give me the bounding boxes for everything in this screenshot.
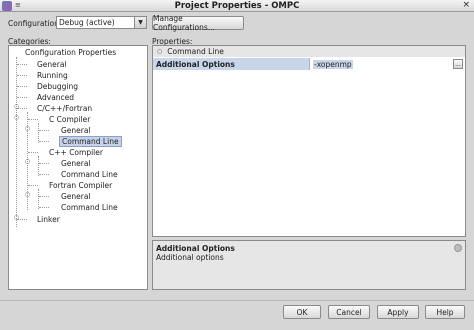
tree-connector	[28, 119, 38, 120]
tree-item-label: C/C++/Fortran	[37, 104, 93, 113]
tree-connector	[39, 141, 49, 142]
tree-item-configuration-properties[interactable]: Configuration Properties	[23, 47, 118, 58]
configuration-select[interactable]: Debug (active) ▼	[56, 16, 147, 29]
tree-item-label: Linker	[37, 215, 60, 224]
collapse-icon[interactable]: ○	[157, 48, 162, 55]
tree-connector	[39, 130, 49, 131]
tree-item-c-command-line[interactable]: Command Line	[59, 136, 122, 147]
tree-item-c-general[interactable]: General	[59, 125, 93, 136]
tree-item-label: Command Line	[61, 203, 118, 212]
property-name: Additional Options	[153, 58, 310, 70]
collapse-icon[interactable]: ○	[24, 158, 31, 165]
manage-configurations-button[interactable]: Manage Configurations...	[152, 14, 244, 32]
description-panel: Additional Options Additional options	[152, 240, 466, 290]
tree-item-cpp-command-line[interactable]: Command Line	[59, 169, 120, 180]
window-title: Project Properties - OMPC	[174, 1, 300, 11]
tree-item-c-compiler[interactable]: C Compiler	[47, 114, 92, 125]
collapse-icon[interactable]: ○	[13, 114, 20, 121]
cancel-button[interactable]: Cancel	[328, 305, 370, 319]
tree-item-running[interactable]: Running	[35, 70, 70, 81]
collapse-icon[interactable]: ○	[24, 125, 31, 132]
tree-connector	[39, 207, 49, 208]
tree-item-fortran-general[interactable]: General	[59, 191, 93, 202]
chevron-down-icon[interactable]: ▼	[134, 17, 146, 28]
divider	[0, 300, 474, 301]
tree-item-label: Debugging	[37, 82, 79, 91]
description-title: Additional Options	[156, 244, 235, 253]
property-value: -xopenmp	[313, 59, 353, 69]
tree-item-cpp-general[interactable]: General	[59, 158, 93, 169]
tree-item-label: C Compiler	[49, 115, 91, 124]
help-button[interactable]: Help	[425, 305, 465, 319]
configuration-value: Debug (active)	[59, 18, 115, 27]
edit-value-button[interactable]: ...	[453, 59, 463, 69]
property-value-field[interactable]: -xopenmp	[310, 58, 451, 70]
tree-connector	[28, 152, 38, 153]
tree-item-label: General	[61, 159, 91, 168]
tree-item-linker[interactable]: Linker	[35, 214, 62, 225]
description-text: Additional options	[156, 253, 224, 262]
tree-connector	[38, 189, 39, 209]
tree-connector	[39, 174, 49, 175]
tree-item-cpp-compiler[interactable]: C++ Compiler	[47, 147, 105, 158]
tree-item-label: Running	[37, 71, 68, 80]
property-group-command-line[interactable]: ○ Command Line	[153, 46, 465, 57]
tree-connector	[17, 86, 27, 87]
property-row-additional-options[interactable]: Additional Options -xopenmp ...	[153, 58, 465, 70]
tree-item-general[interactable]: General	[35, 59, 69, 70]
tree-item-fortran-command-line[interactable]: Command Line	[59, 202, 120, 213]
toggle-description-icon[interactable]	[454, 244, 462, 252]
tree-connector	[39, 196, 49, 197]
tree-item-label: General	[37, 60, 67, 69]
tree-connector	[16, 57, 17, 227]
tree-connector	[17, 97, 27, 98]
tree-item-label: General	[61, 192, 91, 201]
categories-tree[interactable]: ○ ○ ○ ○ ○ ○ Configuration Properties Gen…	[8, 45, 148, 290]
tree-connector	[17, 75, 27, 76]
tree-item-label: Advanced	[37, 93, 75, 102]
configuration-label: Configuration:	[8, 19, 62, 28]
tree-connector	[38, 156, 39, 176]
expand-icon[interactable]: ○	[13, 214, 20, 221]
tree-item-label: General	[61, 126, 91, 135]
tree-item-cpp-fortran[interactable]: C/C++/Fortran	[35, 103, 94, 114]
tree-item-advanced[interactable]: Advanced	[35, 92, 76, 103]
close-icon[interactable]: ×	[462, 0, 470, 10]
apply-button[interactable]: Apply	[377, 305, 419, 319]
tree-item-label: Command Line	[59, 136, 122, 147]
tree-item-debugging[interactable]: Debugging	[35, 81, 80, 92]
tree-connector	[17, 64, 27, 65]
tree-connector	[38, 123, 39, 143]
tree-item-label: Fortran Compiler	[49, 181, 113, 190]
tree-connector	[28, 185, 38, 186]
ok-button[interactable]: OK	[283, 305, 321, 319]
collapse-icon[interactable]: ○	[24, 191, 31, 198]
tree-item-fortran-compiler[interactable]: Fortran Compiler	[47, 180, 114, 191]
property-group-label: Command Line	[167, 47, 224, 56]
tree-connector	[39, 163, 49, 164]
expand-icon[interactable]: ○	[13, 103, 20, 110]
tree-item-label: Command Line	[61, 170, 118, 179]
tree-item-label: C++ Compiler	[49, 148, 103, 157]
title-bar: ≡ Project Properties - OMPC ×	[0, 0, 474, 12]
tree-item-label: Configuration Properties	[25, 48, 117, 57]
properties-sheet[interactable]: ○ Command Line Additional Options -xopen…	[152, 45, 466, 237]
